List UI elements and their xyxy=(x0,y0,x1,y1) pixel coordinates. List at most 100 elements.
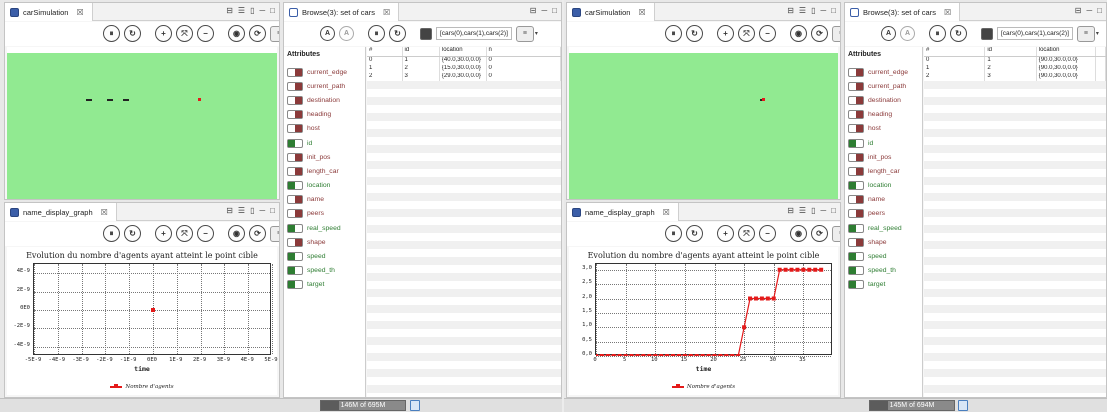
maximize-icon[interactable]: □ xyxy=(831,206,836,215)
close-icon[interactable]: ☒ xyxy=(101,208,108,217)
camera-icon[interactable]: ◉ xyxy=(228,25,245,42)
tab-graph[interactable]: name_display_graph ☒ xyxy=(5,203,117,221)
attribute-toggle-destination[interactable]: destination xyxy=(845,93,922,107)
toggle-switch[interactable] xyxy=(848,124,864,134)
toggle-switch[interactable] xyxy=(848,110,864,120)
agents-query[interactable]: [cars(0),cars(1),cars(2)] xyxy=(436,27,512,40)
attribute-toggle-shape[interactable]: shape xyxy=(845,235,922,249)
toggle-switch[interactable] xyxy=(848,195,864,205)
font-small-icon[interactable]: A xyxy=(339,26,354,41)
layers-icon[interactable]: ≡ xyxy=(515,25,534,42)
minimize-icon[interactable]: ─ xyxy=(1086,6,1092,15)
pause-icon[interactable]: ⏸ xyxy=(665,25,682,42)
toggle-switch[interactable] xyxy=(287,252,303,262)
attribute-toggle-speed[interactable]: speed xyxy=(284,249,365,263)
zoom-out-icon[interactable]: − xyxy=(197,225,214,242)
zoom-in-icon[interactable]: + xyxy=(155,225,172,242)
zoom-out-icon[interactable]: − xyxy=(759,225,776,242)
pause-icon[interactable]: ⏸ xyxy=(103,225,120,242)
attribute-toggle-id[interactable]: id xyxy=(845,136,922,150)
car-agent[interactable] xyxy=(123,99,129,101)
zoom-in-icon[interactable]: + xyxy=(155,25,172,42)
toggle-switch[interactable] xyxy=(848,237,864,247)
pause-icon[interactable]: ⏸ xyxy=(368,25,385,42)
attribute-toggle-length-car[interactable]: length_car xyxy=(845,164,922,178)
camera-icon[interactable]: ◉ xyxy=(228,225,245,242)
chevron-down-icon[interactable]: ▾ xyxy=(535,30,538,37)
sync-icon[interactable]: ⟳ xyxy=(249,225,266,242)
toggle-switch[interactable] xyxy=(287,195,303,205)
chevron-down-icon[interactable]: ▾ xyxy=(1096,30,1099,37)
table-row[interactable]: 1 2 {15.0,30.0,0.0} 0 xyxy=(367,65,561,73)
fit-icon[interactable]: ⤧ xyxy=(176,25,193,42)
attribute-toggle-length-car[interactable]: length_car xyxy=(284,164,365,178)
attribute-toggle-shape[interactable]: shape xyxy=(284,235,365,249)
minimize-icon[interactable]: ─ xyxy=(259,206,265,215)
font-large-icon[interactable]: A xyxy=(881,26,896,41)
toggle-switch[interactable] xyxy=(287,152,303,162)
column-header[interactable]: n xyxy=(487,47,561,56)
zoom-in-icon[interactable]: + xyxy=(717,25,734,42)
fit-icon[interactable]: ⤧ xyxy=(738,25,755,42)
trash-icon[interactable] xyxy=(958,400,968,411)
toggle-icon[interactable]: ▯ xyxy=(250,206,254,215)
close-icon[interactable]: ☒ xyxy=(383,8,390,17)
toggle-switch[interactable] xyxy=(848,223,864,233)
column-header[interactable]: # xyxy=(924,47,986,56)
zoom-out-icon[interactable]: − xyxy=(759,25,776,42)
zoom-in-icon[interactable]: + xyxy=(717,225,734,242)
close-icon[interactable]: ☒ xyxy=(663,208,670,217)
memory-indicator[interactable]: 145M of 694M xyxy=(869,400,955,411)
toggle-switch[interactable] xyxy=(287,95,303,105)
layers-icon[interactable]: ≡ xyxy=(270,25,279,42)
camera-icon[interactable]: ◉ xyxy=(790,25,807,42)
column-header[interactable] xyxy=(1096,47,1106,56)
attribute-toggle-real-speed[interactable]: real_speed xyxy=(284,221,365,235)
column-header[interactable]: location xyxy=(1037,47,1097,56)
layout-icon[interactable]: ☰ xyxy=(238,206,245,215)
tab-sim[interactable]: carSimulation ☒ xyxy=(5,3,93,21)
attribute-toggle-init-pos[interactable]: init_pos xyxy=(284,150,365,164)
pause-icon[interactable]: ⏸ xyxy=(665,225,682,242)
camera-icon[interactable]: ◉ xyxy=(790,225,807,242)
attribute-toggle-heading[interactable]: heading xyxy=(845,108,922,122)
toggle-switch[interactable] xyxy=(287,181,303,191)
attribute-toggle-current-edge[interactable]: current_edge xyxy=(284,65,365,79)
toggle-icon[interactable]: ▯ xyxy=(250,6,254,15)
attribute-toggle-peers[interactable]: peers xyxy=(284,207,365,221)
column-header[interactable]: location xyxy=(440,47,487,56)
minimize-icon[interactable]: ─ xyxy=(820,206,826,215)
toggle-switch[interactable] xyxy=(848,95,864,105)
close-icon[interactable]: ☒ xyxy=(638,8,645,17)
sync-icon[interactable]: ⟳ xyxy=(811,25,828,42)
attribute-toggle-target[interactable]: target xyxy=(845,278,922,292)
toggle-icon[interactable]: ▯ xyxy=(811,206,815,215)
toggle-switch[interactable] xyxy=(848,138,864,148)
fullscreen-icon[interactable]: ⊟ xyxy=(226,206,233,215)
font-large-icon[interactable]: A xyxy=(320,26,335,41)
column-header[interactable]: id xyxy=(985,47,1037,56)
toggle-switch[interactable] xyxy=(287,138,303,148)
chart[interactable]: Evolution du nombre d'agents ayant attei… xyxy=(7,247,278,395)
fit-icon[interactable]: ⤧ xyxy=(738,225,755,242)
close-icon[interactable]: ☒ xyxy=(944,8,951,17)
tab-browse[interactable]: Browse(3): set of cars ☒ xyxy=(845,3,961,21)
toggle-switch[interactable] xyxy=(848,166,864,176)
toggle-switch[interactable] xyxy=(287,166,303,176)
trash-icon[interactable] xyxy=(410,400,420,411)
layers-icon[interactable]: ≡ xyxy=(832,225,840,242)
toggle-switch[interactable] xyxy=(287,223,303,233)
pause-icon[interactable]: ⏸ xyxy=(103,25,120,42)
maximize-icon[interactable]: □ xyxy=(270,206,275,215)
maximize-icon[interactable]: □ xyxy=(552,6,557,15)
maximize-icon[interactable]: □ xyxy=(1097,6,1102,15)
table-row[interactable]: 2 3 {90.0,30.0,0.0} xyxy=(924,73,1106,81)
column-header[interactable]: # xyxy=(367,47,403,56)
attribute-toggle-speed-th[interactable]: speed_th xyxy=(845,264,922,278)
attribute-toggle-location[interactable]: location xyxy=(284,179,365,193)
toggle-switch[interactable] xyxy=(848,280,864,290)
attribute-toggle-real-speed[interactable]: real_speed xyxy=(845,221,922,235)
tab-sim[interactable]: carSimulation ☒ xyxy=(567,3,655,21)
minimize-icon[interactable]: ─ xyxy=(259,6,265,15)
close-icon[interactable]: ☒ xyxy=(76,8,83,17)
